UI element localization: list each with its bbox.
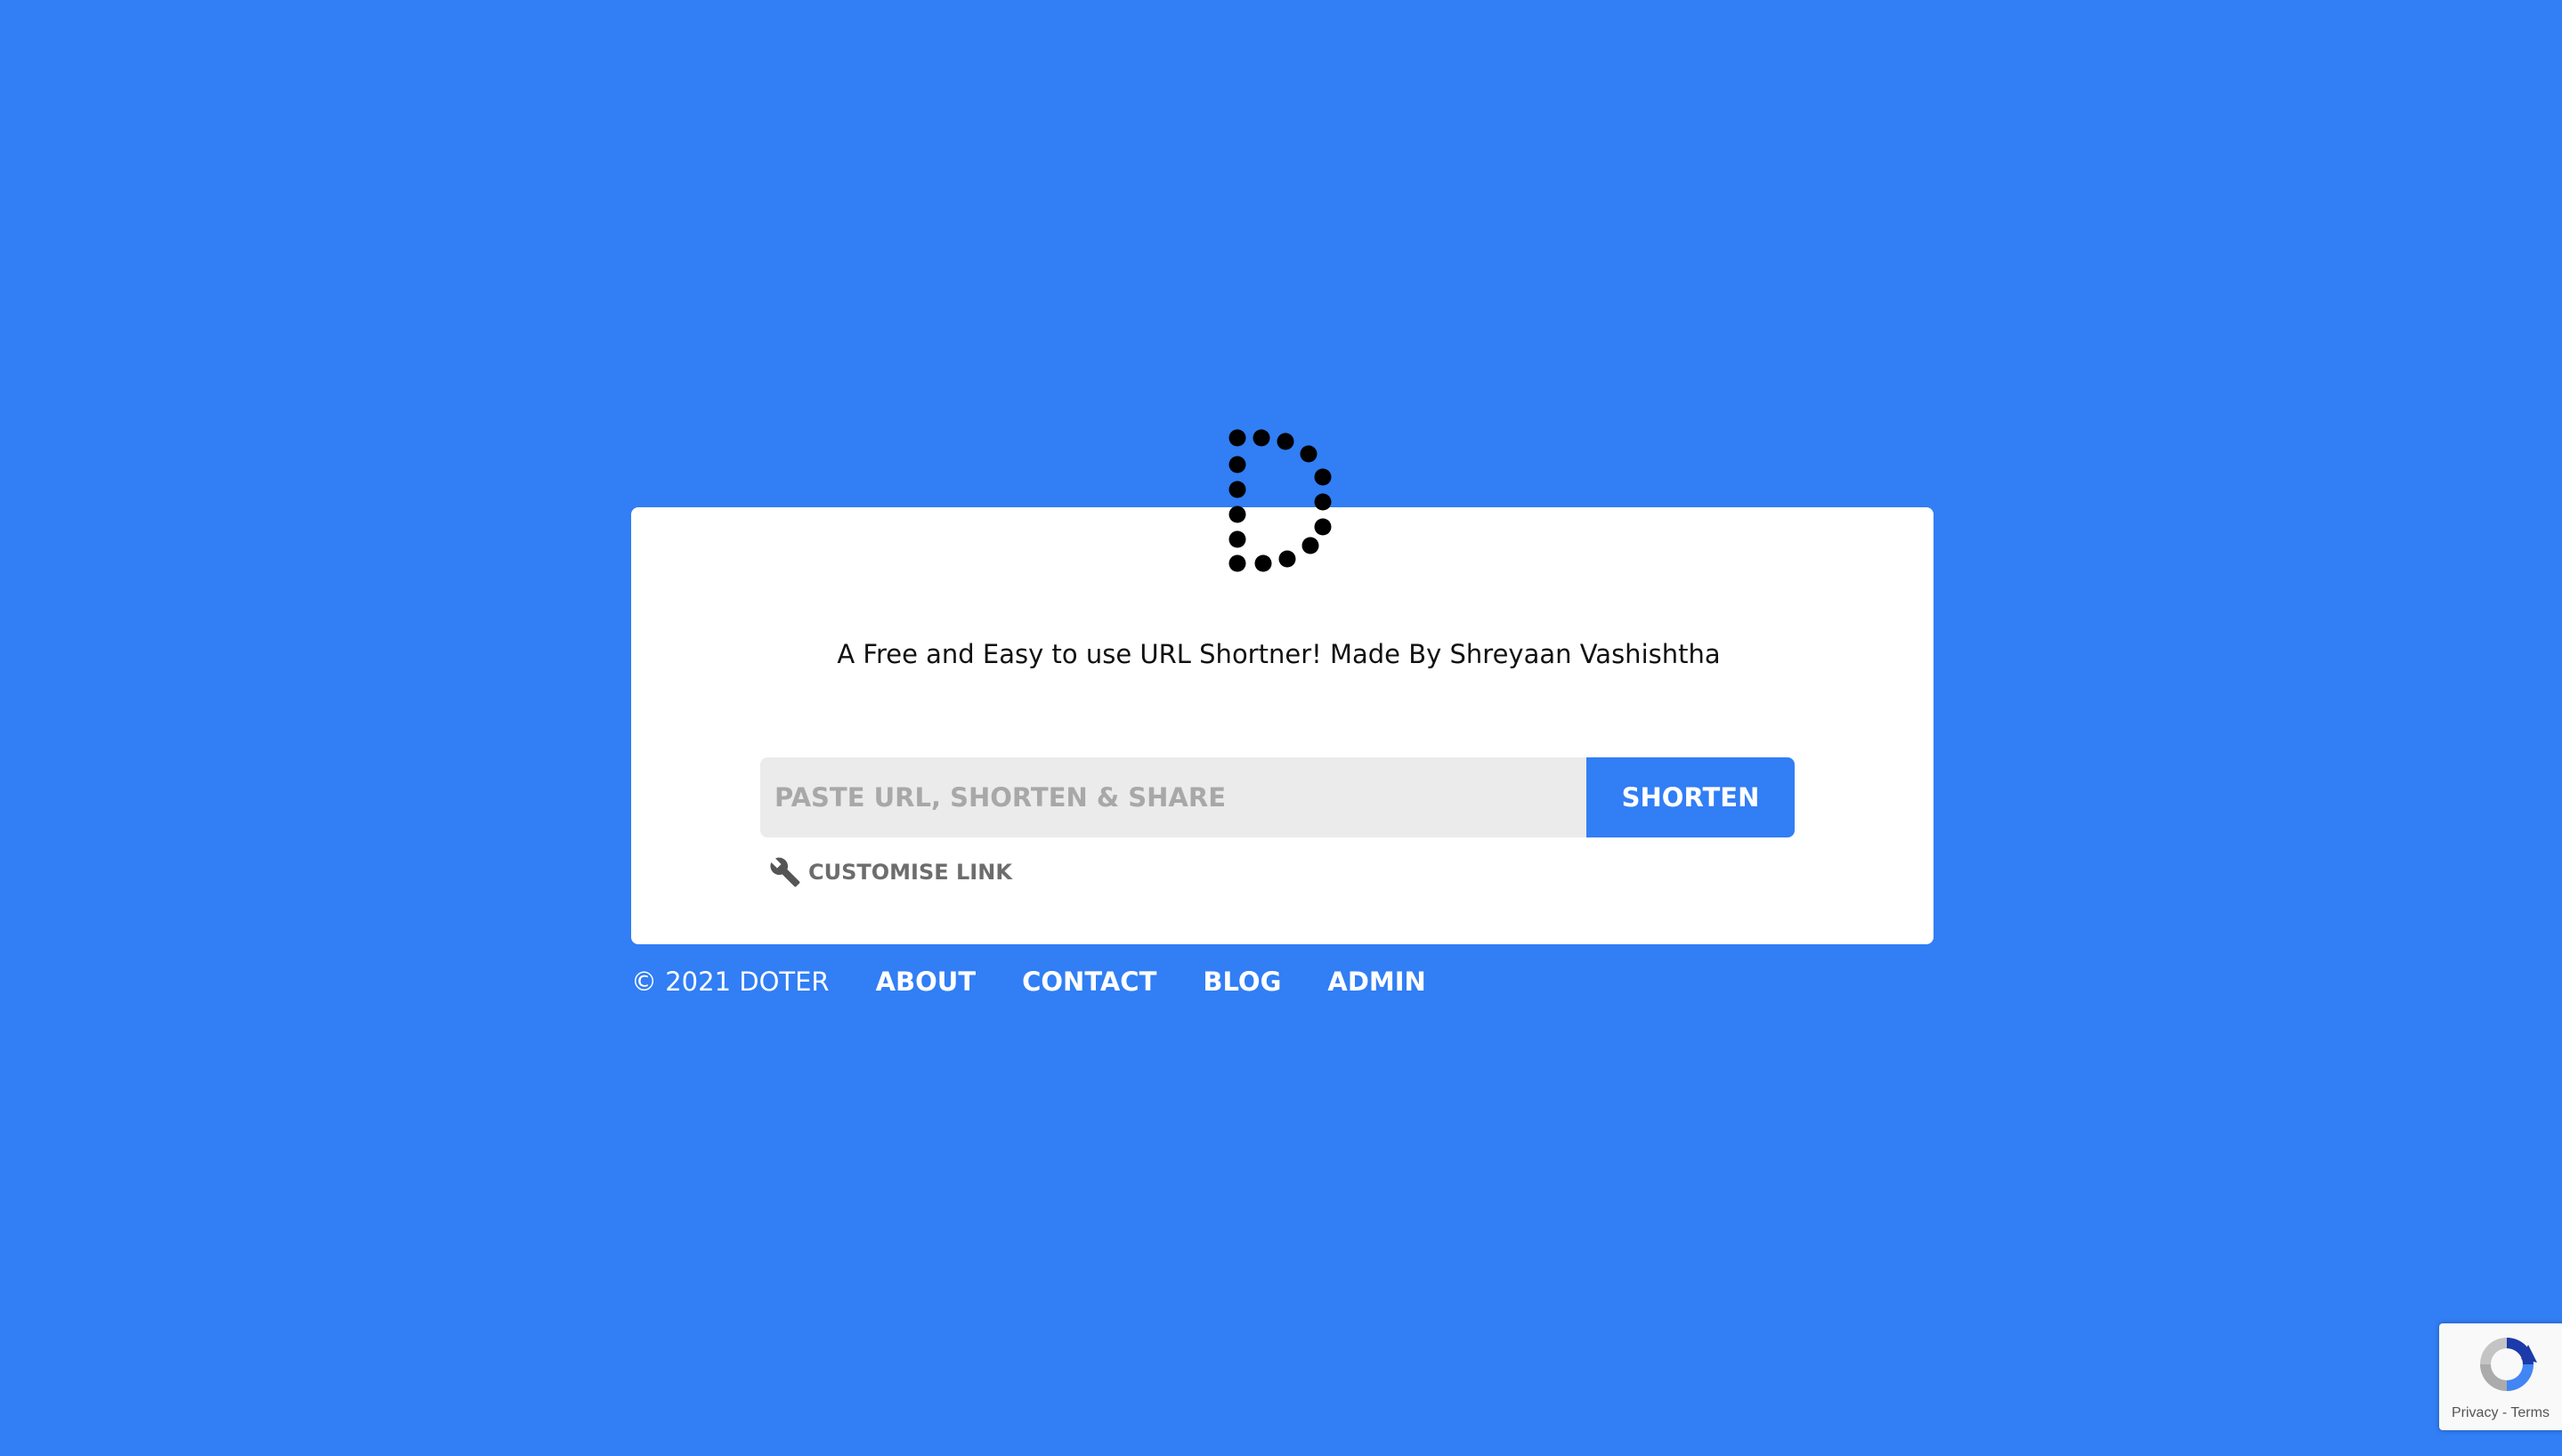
recaptcha-privacy-link[interactable]: Privacy [2452, 1405, 2498, 1420]
recaptcha-terms-link[interactable]: Terms [2510, 1405, 2550, 1420]
wrench-icon [770, 857, 800, 887]
logo-dot [1314, 518, 1332, 536]
logo-dot [1278, 550, 1296, 568]
dotted-d-logo-icon [1228, 429, 1332, 572]
url-input[interactable] [760, 757, 1586, 837]
logo-dot [1228, 554, 1246, 572]
customise-link-toggle[interactable]: CUSTOMISE LINK [769, 856, 1012, 888]
footer-link-admin[interactable]: ADMIN [1327, 967, 1425, 997]
recaptcha-separator: - [2498, 1405, 2511, 1420]
logo-dot [1314, 493, 1332, 511]
logo-dot [1228, 530, 1246, 548]
logo-dot [1228, 481, 1246, 498]
logo-dot [1254, 554, 1272, 572]
customise-link-label: CUSTOMISE LINK [808, 860, 1012, 885]
shorten-form: SHORTEN [760, 757, 1795, 837]
logo-dot [1277, 433, 1294, 450]
shorten-button[interactable]: SHORTEN [1586, 757, 1795, 837]
logo-dot [1228, 506, 1246, 523]
logo-dot [1300, 445, 1317, 463]
logo-dot [1253, 429, 1270, 447]
footer-link-contact[interactable]: CONTACT [1022, 967, 1156, 997]
recaptcha-badge[interactable]: Privacy - Terms [2439, 1323, 2562, 1430]
copyright: © 2021 DOTER [631, 967, 830, 997]
recaptcha-links: Privacy - Terms [2452, 1405, 2550, 1421]
logo-dot [1301, 537, 1319, 554]
footer-link-about[interactable]: ABOUT [876, 967, 977, 997]
logo-dot [1228, 429, 1246, 447]
tagline: A Free and Easy to use URL Shortner! Mad… [837, 639, 1721, 669]
footer: © 2021 DOTER ABOUT CONTACT BLOG ADMIN [631, 967, 1472, 997]
logo-dot [1314, 468, 1332, 486]
page: A Free and Easy to use URL Shortner! Mad… [0, 0, 2562, 1456]
footer-link-blog[interactable]: BLOG [1203, 967, 1281, 997]
logo-dot [1228, 456, 1246, 473]
recaptcha-icon [2480, 1338, 2537, 1391]
